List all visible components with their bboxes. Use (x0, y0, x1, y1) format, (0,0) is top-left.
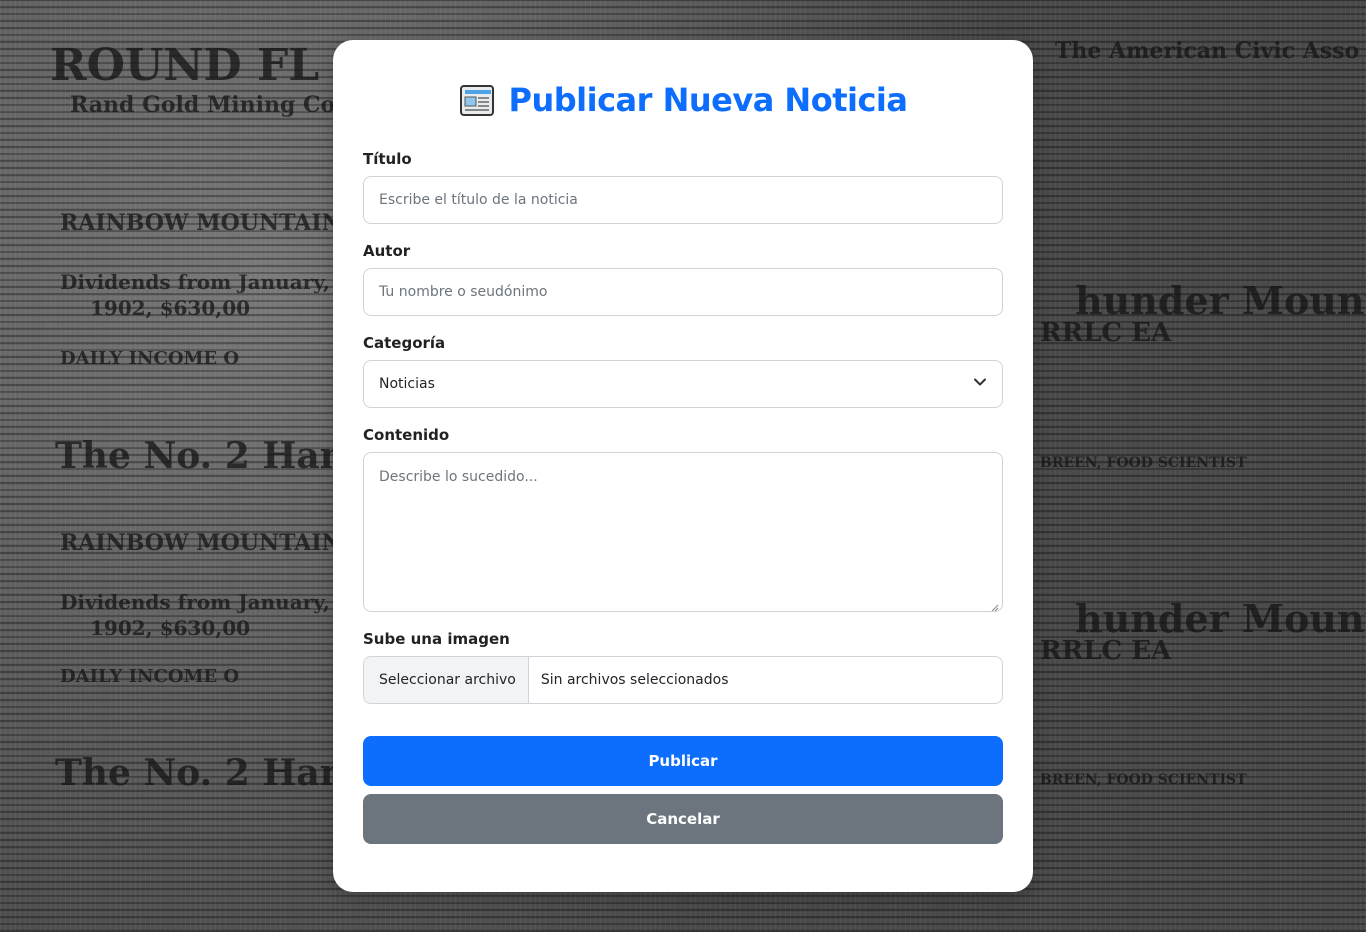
bg-headline: Dividends from January, 190 (60, 590, 379, 614)
bg-headline: RAINBOW MOUNTAIN (60, 210, 342, 236)
bg-headline: RAINBOW MOUNTAIN (60, 530, 342, 556)
title-placeholder: Escribe el título de la noticia (379, 192, 578, 208)
author-input[interactable]: Tu nombre o seudónimo (363, 268, 1003, 316)
bg-headline: hunder Mounta (1075, 278, 1366, 323)
image-group: Sube una imagen Seleccionar archivo Sin … (363, 630, 1003, 704)
cancel-button[interactable]: Cancelar (363, 794, 1003, 844)
form-header: Publicar Nueva Noticia (363, 80, 1003, 120)
bg-headline: DAILY INCOME O (60, 348, 240, 369)
publish-news-card: Publicar Nueva Noticia Título Escribe el… (333, 40, 1033, 892)
bg-headline: RRLC EA (1040, 636, 1172, 666)
image-file-input[interactable]: Seleccionar archivo Sin archivos selecci… (363, 656, 1003, 704)
category-label: Categoría (363, 334, 446, 352)
title-group: Título Escribe el título de la noticia (363, 150, 1003, 224)
newspaper-icon (459, 81, 497, 119)
bg-headline: BREEN, FOOD SCIENTIST (1040, 455, 1247, 471)
bg-headline: DAILY INCOME O (60, 666, 240, 687)
choose-file-button[interactable]: Seleccionar archivo (364, 657, 529, 703)
category-group: Categoría Noticias (363, 334, 1003, 408)
bg-headline: BREEN, FOOD SCIENTIST (1040, 772, 1247, 788)
file-status-text: Sin archivos seleccionados (540, 672, 729, 688)
bg-headline: The No. 2 Ham (55, 752, 358, 794)
content-group: Contenido Describe lo sucedido... (363, 426, 1003, 612)
author-placeholder: Tu nombre o seudónimo (379, 284, 548, 300)
bg-headline: The No. 2 Ham (55, 435, 358, 477)
content-textarea[interactable]: Describe lo sucedido... (363, 452, 1003, 612)
content-placeholder: Describe lo sucedido... (379, 469, 538, 485)
category-select[interactable]: Noticias (363, 360, 1003, 408)
title-input[interactable]: Escribe el título de la noticia (363, 176, 1003, 224)
bg-headline: 1902, $630,00 (90, 616, 251, 640)
author-group: Autor Tu nombre o seudónimo (363, 242, 1003, 316)
title-label: Título (363, 150, 412, 168)
image-label: Sube una imagen (363, 630, 510, 648)
bg-headline: Dividends from January, 190 (60, 270, 379, 294)
resize-handle-icon[interactable] (991, 600, 999, 612)
author-label: Autor (363, 242, 411, 260)
bg-headline: hunder Mounta (1075, 596, 1366, 641)
bg-headline: 1902, $630,00 (90, 296, 251, 320)
bg-headline: Rand Gold Mining Co (70, 92, 336, 118)
chevron-down-icon (973, 375, 987, 393)
page-title: Publicar Nueva Noticia (508, 81, 908, 119)
category-selected-value: Noticias (379, 376, 435, 392)
bg-headline: RRLC EA (1040, 318, 1172, 348)
bg-headline: The American Civic Asso (1055, 38, 1360, 64)
bg-headline: ROUND FL (50, 40, 320, 91)
publish-button[interactable]: Publicar (363, 736, 1003, 786)
content-label: Contenido (363, 426, 450, 444)
